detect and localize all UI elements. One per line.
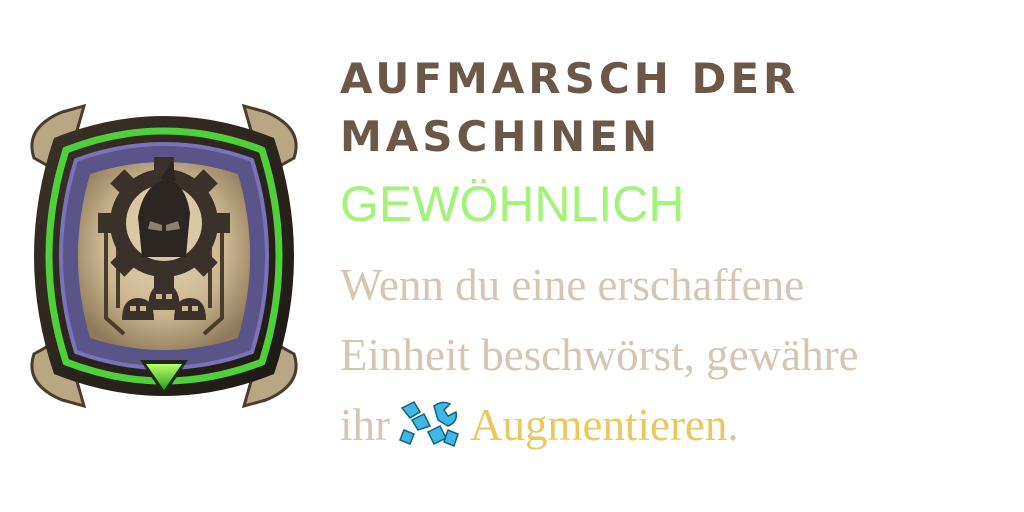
card-detail: AUFMARSCH DER MASCHINEN GEWÖHNLICH Wenn … <box>0 0 1024 512</box>
description-line2: Einheit beschwörst, gewähre <box>340 330 859 380</box>
card-rarity: GEWÖHNLICH <box>340 176 685 232</box>
card-title-line2: MASCHINEN <box>340 112 662 161</box>
description-line1: Wenn du eine erschaffene <box>340 260 805 310</box>
card-description: Wenn du eine erschaffene Einheit beschwö… <box>340 250 1020 460</box>
description-line3-prefix: ihr <box>340 400 390 450</box>
card-title-line1: AUFMARSCH DER <box>340 54 800 103</box>
card-title: AUFMARSCH DER MASCHINEN <box>340 50 900 166</box>
description-line3-suffix: . <box>727 400 739 450</box>
keyword-augment: Augmentieren <box>470 400 728 450</box>
augment-wrench-icon <box>399 401 459 447</box>
card-emblem-icon <box>30 103 298 409</box>
